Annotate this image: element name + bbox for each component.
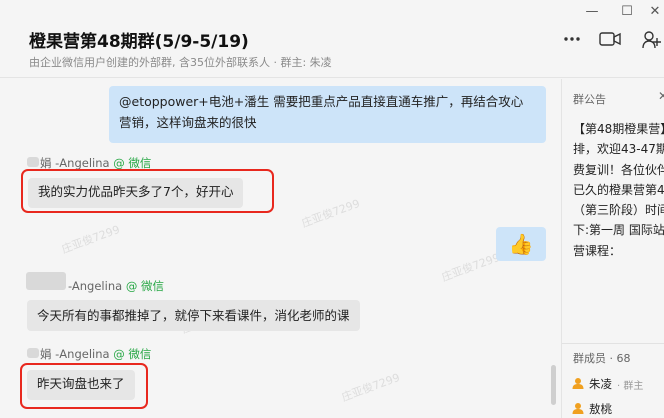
group-subtitle: 由企业微信用户创建的外部群, 含35位外部联系人 · 群主: 朱凌 (29, 56, 332, 69)
minimize-button[interactable]: — (582, 4, 602, 19)
add-member-icon[interactable] (642, 31, 662, 53)
group-info-panel: 群公告 ✕ 【第48期橙果营】课程安排，欢迎43-47期同学免费复训！各位伙伴，… (561, 79, 664, 418)
members-title: 群成员 · 68 (573, 352, 631, 365)
member-item[interactable]: 敖桃 (572, 401, 612, 417)
sender-name-text: 娟 -Angelina (40, 347, 110, 361)
member-name: 敖桃 (589, 402, 612, 416)
thumbs-up-icon: 👍 (508, 232, 534, 256)
group-title: 橙果营第48期群(5/9-5/19) (29, 32, 249, 52)
self-message-bubble[interactable]: @etoppower+电池+潘生 需要把重点产品直接直通车推广，再结合攻心 营销… (109, 86, 546, 143)
chat-area: 庄亚俊7299 庄亚俊7299 庄亚俊7299 庄亚俊7299 庄亚俊7299 … (0, 79, 560, 418)
maximize-button[interactable]: ☐ (617, 4, 637, 19)
member-name: 朱凌 (589, 377, 612, 391)
sender-name: 娟 -Angelina @ 微信 (40, 346, 151, 362)
scrollbar-thumb[interactable] (551, 365, 556, 405)
wechat-source-tag: @ 微信 (113, 156, 152, 170)
chat-scrollbar[interactable] (551, 79, 556, 418)
sender-name-text: -Angelina (68, 279, 123, 293)
divider (562, 343, 664, 344)
more-icon[interactable] (563, 31, 581, 51)
sender-name: -Angelina @ 微信 (68, 278, 164, 294)
message-bubble[interactable]: 今天所有的事都推掉了，就停下来看课件，消化老师的课 (27, 300, 360, 331)
highlight-box (21, 169, 274, 213)
person-icon (572, 402, 584, 417)
wechat-source-tag: @ 微信 (113, 347, 152, 361)
close-panel-icon[interactable]: ✕ (658, 89, 664, 103)
self-emoji-bubble[interactable]: 👍 (496, 227, 546, 261)
chat-header: 橙果营第48期群(5/9-5/19) 由企业微信用户创建的外部群, 含35位外部… (0, 0, 664, 78)
watermark: 庄亚俊7299 (299, 196, 362, 231)
wechat-source-tag: @ 微信 (125, 279, 164, 293)
member-item[interactable]: 朱凌 · 群主 (572, 376, 643, 392)
notice-title: 群公告 (573, 93, 606, 106)
video-call-icon[interactable] (599, 31, 621, 51)
close-window-button[interactable]: ✕ (645, 4, 664, 19)
person-icon (572, 377, 584, 392)
highlight-box (20, 363, 148, 409)
sender-avatar-blurred (27, 348, 39, 358)
watermark: 庄亚俊7299 (339, 370, 402, 405)
group-notice-text[interactable]: 【第48期橙果营】课程安排，欢迎43-47期同学免费复训！各位伙伴，期待已久的橙… (573, 119, 664, 261)
sender-avatar-blurred (26, 272, 66, 290)
watermark: 庄亚俊7299 (439, 250, 502, 285)
sender-avatar-blurred (27, 157, 39, 167)
message-text: @etoppower+电池+潘生 需要把重点产品直接直通车推广，再结合攻心 (119, 94, 524, 109)
message-text: 营销，这样询盘来的很快 (119, 115, 257, 130)
watermark: 庄亚俊7299 (59, 222, 122, 257)
member-role: · 群主 (617, 380, 644, 392)
sender-name-text: 娟 -Angelina (40, 156, 110, 170)
